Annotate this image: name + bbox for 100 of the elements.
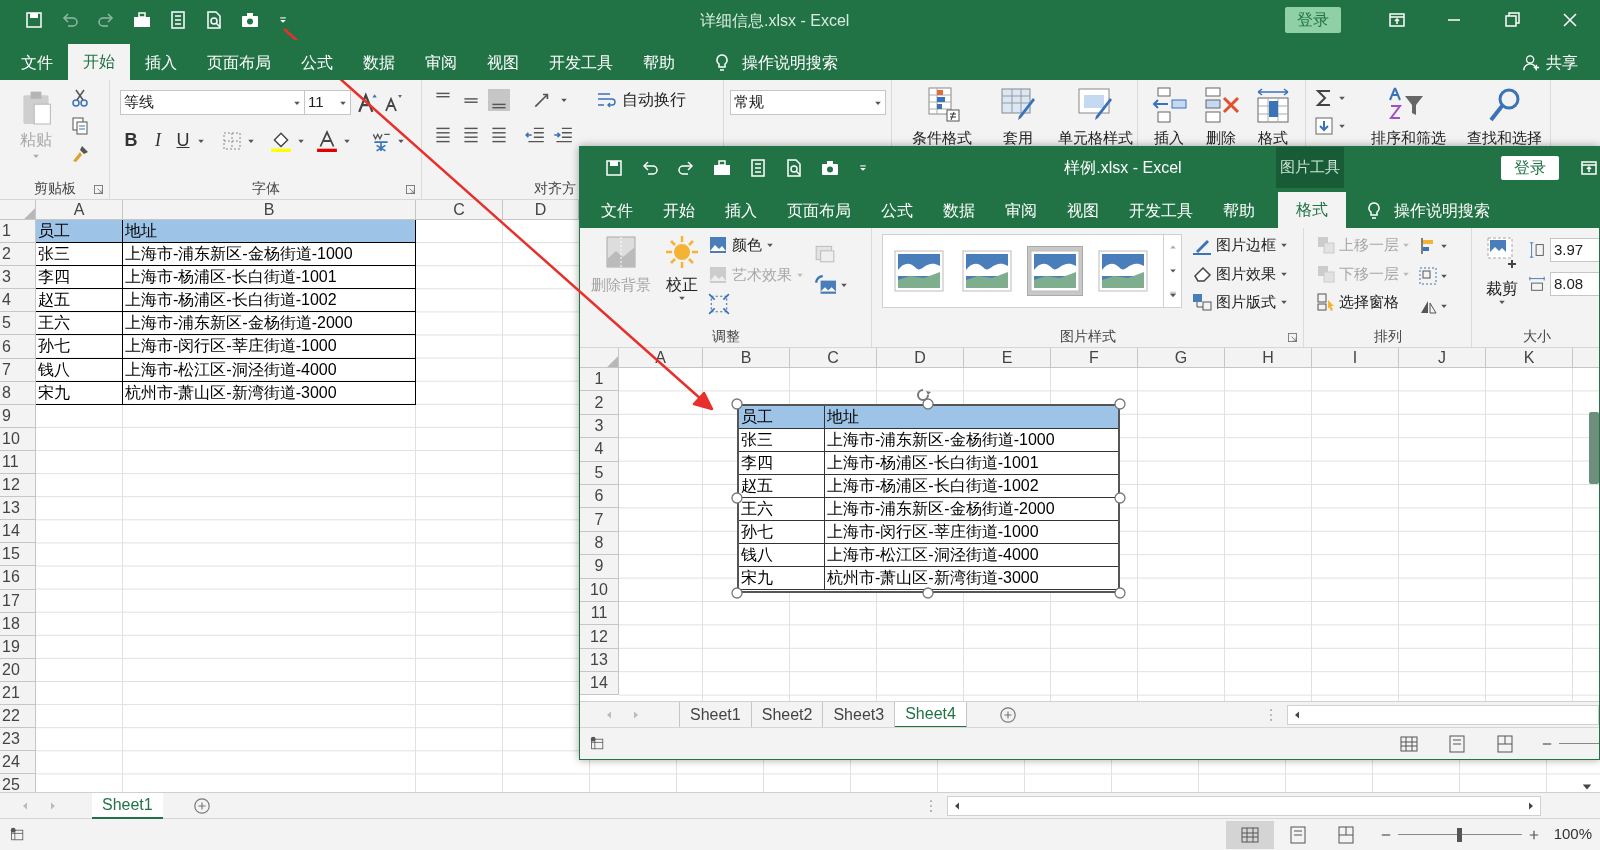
row-header[interactable]: 10 — [0, 427, 36, 451]
ribbon-button[interactable]: 条件格式 — [900, 86, 984, 147]
sheet-tab[interactable]: Sheet4 — [895, 701, 967, 728]
row-header[interactable]: 18 — [0, 612, 36, 636]
row-header[interactable]: 22 — [0, 704, 36, 729]
normal-view-icon[interactable] — [1225, 820, 1274, 849]
row-header[interactable]: 5 — [580, 461, 619, 485]
row-header[interactable]: 25 — [0, 774, 36, 792]
column-header[interactable]: E — [964, 348, 1051, 367]
height-field[interactable]: 3.97 — [1550, 238, 1599, 262]
row-header[interactable]: 10 — [580, 578, 619, 602]
column-header[interactable]: I — [1312, 348, 1399, 367]
row-header[interactable]: 8 — [0, 381, 36, 405]
row-header[interactable]: 13 — [0, 497, 36, 521]
caret-icon[interactable] — [1338, 94, 1346, 102]
row-header[interactable]: 13 — [580, 648, 619, 673]
tell-me-search[interactable]: 操作说明搜索 — [1394, 199, 1490, 223]
number-format-field[interactable]: 常规 — [730, 90, 886, 115]
column-header[interactable]: B — [123, 200, 416, 219]
row-header[interactable]: 3 — [580, 414, 619, 439]
ribbon-button[interactable]: 颜色 — [708, 234, 804, 257]
print-preview-icon[interactable] — [784, 157, 804, 178]
row-header[interactable]: 9 — [0, 404, 36, 428]
fill-down-icon[interactable] — [1314, 116, 1334, 136]
add-sheet-icon[interactable] — [998, 705, 1017, 724]
row-header[interactable]: 16 — [0, 566, 36, 590]
toolbox-icon[interactable] — [712, 157, 732, 178]
row-header[interactable]: 6 — [580, 484, 619, 509]
corrections-button[interactable]: 校正 — [660, 234, 704, 302]
ribbon-button[interactable]: 插入 — [1144, 86, 1194, 147]
toolbox-icon[interactable] — [132, 10, 152, 30]
horizontal-scrollbar[interactable] — [1286, 704, 1599, 725]
underline-button[interactable]: U — [174, 127, 192, 154]
reset-picture-icon[interactable] — [708, 293, 730, 315]
row-header[interactable]: 14 — [0, 520, 36, 544]
caret-icon[interactable] — [1440, 242, 1448, 250]
row-header[interactable]: 2 — [580, 391, 619, 415]
row-header[interactable]: 1 — [580, 368, 619, 392]
ribbon-button[interactable]: 查找和选择 — [1458, 86, 1550, 147]
row-header[interactable]: 12 — [580, 625, 619, 649]
row-header[interactable]: 11 — [580, 601, 619, 626]
ribbon-tab[interactable]: 开始 — [648, 194, 710, 228]
font-size-field[interactable]: 11 — [305, 90, 351, 115]
caret-icon[interactable] — [1440, 272, 1448, 280]
ribbon-tab[interactable]: 帮助 — [1208, 194, 1270, 228]
column-header[interactable]: H — [1225, 348, 1312, 367]
row-header[interactable]: 8 — [580, 531, 619, 556]
caret-icon[interactable] — [1440, 302, 1448, 310]
ribbon-button[interactable]: 套用 — [990, 86, 1046, 147]
column-header[interactable]: K — [1486, 348, 1573, 367]
scroll-thumb[interactable] — [1589, 412, 1599, 484]
font-name-field[interactable]: 等线 — [120, 90, 305, 115]
scroll-down-icon[interactable] — [1168, 267, 1177, 275]
ribbon-tab[interactable]: 数据 — [928, 194, 990, 228]
column-header[interactable]: G — [1138, 348, 1225, 367]
column-header[interactable]: B — [703, 348, 790, 367]
ribbon-tab[interactable]: 开始 — [68, 44, 130, 80]
ribbon-tab[interactable]: 插入 — [710, 194, 772, 228]
ribbon-button[interactable]: 图片边框 — [1192, 234, 1288, 257]
more-styles-icon[interactable] — [1168, 291, 1177, 299]
scissors-icon[interactable] — [70, 88, 90, 108]
ribbon-button[interactable]: 选择窗格 — [1316, 291, 1410, 314]
sheet-tab[interactable]: Sheet1 — [92, 792, 163, 819]
zoom-in-icon[interactable] — [1527, 828, 1540, 841]
row-header[interactable]: 12 — [0, 474, 36, 498]
bold-button[interactable]: B — [120, 127, 142, 154]
bottom-align-icon[interactable] — [488, 89, 510, 111]
print-preview-icon[interactable] — [204, 10, 224, 30]
row-header[interactable]: 20 — [0, 658, 36, 682]
row-header[interactable]: 5 — [0, 312, 36, 336]
form-icon[interactable] — [168, 10, 188, 30]
column-header[interactable]: F — [1051, 348, 1138, 367]
save-icon[interactable] — [604, 157, 624, 178]
caret-icon[interactable] — [678, 294, 686, 302]
ribbon-button[interactable]: 图片版式 — [1192, 291, 1288, 314]
row-header[interactable]: 24 — [0, 751, 36, 775]
row-header[interactable]: 4 — [580, 438, 619, 462]
italic-button[interactable]: I — [147, 127, 169, 154]
shrink-font-icon[interactable] — [383, 92, 403, 113]
change-picture-icon[interactable] — [814, 274, 836, 296]
save-icon[interactable] — [24, 10, 44, 30]
slider-thumb[interactable] — [1457, 827, 1463, 842]
table-image[interactable]: 员工 地址 张三 上海市-浦东新区-金杨街道-1000 李四 上海市-杨浦区-长白街道-1001 赵五 上海市-杨浦区-长白街道-1002 王六 上海市-浦东新区-金杨街道-2000 孙七 上海市-闵行区-莘庄街道-1000 钱八 上海市-松江区-洞泾街道-4000 宋九 杭州市-萧山区-新湾街道-3000 — [737, 404, 1120, 593]
ribbon-tab[interactable]: 审阅 — [990, 194, 1052, 228]
ribbon-button[interactable]: 排序和筛选 — [1362, 86, 1454, 147]
ribbon-button[interactable]: 单元格样式 — [1052, 86, 1138, 147]
dialog-launcher-icon[interactable] — [94, 185, 103, 195]
dialog-launcher-icon[interactable] — [1288, 333, 1297, 343]
camera-icon[interactable] — [240, 10, 260, 30]
caret-icon[interactable] — [1498, 298, 1506, 306]
row-header[interactable]: 4 — [0, 289, 36, 313]
crop-button[interactable]: 裁剪 — [1484, 234, 1520, 306]
width-field[interactable]: 8.08 — [1550, 272, 1599, 296]
copy-icon[interactable] — [70, 116, 90, 136]
ribbon-button[interactable]: 图片效果 — [1192, 262, 1288, 285]
share-button[interactable]: 共享 — [1546, 51, 1578, 75]
dialog-launcher-icon[interactable] — [406, 185, 415, 195]
column-header[interactable]: J — [1399, 348, 1486, 367]
grow-font-icon[interactable] — [357, 91, 379, 114]
wrap-text-button[interactable]: 自动换行 — [596, 88, 686, 112]
